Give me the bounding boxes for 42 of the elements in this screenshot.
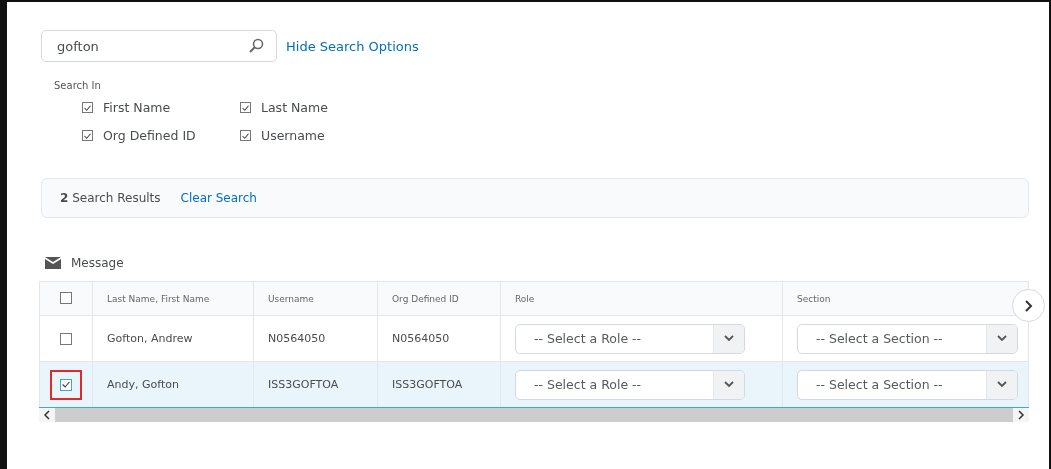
- hide-search-options-link[interactable]: Hide Search Options: [286, 38, 419, 54]
- search-icon[interactable]: [248, 38, 264, 54]
- search-field[interactable]: gofton: [41, 30, 277, 62]
- option-label: First Name: [103, 100, 171, 115]
- chevron-down-icon: [997, 335, 1007, 342]
- column-header: Section: [797, 293, 831, 304]
- column-header: Last Name, First Name: [107, 293, 210, 304]
- column-header: Org Defined ID: [392, 293, 459, 304]
- checkbox[interactable]: [82, 130, 93, 141]
- column-header: Role: [515, 293, 535, 304]
- select-all-checkbox[interactable]: [60, 291, 72, 304]
- chevron-down-icon: [724, 335, 734, 342]
- scroll-right-icon[interactable]: [1017, 410, 1025, 420]
- table-cell: ISS3GOFTOA: [268, 378, 339, 391]
- checkbox[interactable]: [82, 102, 93, 113]
- message-button[interactable]: Message: [45, 256, 124, 270]
- scroll-left-icon[interactable]: [43, 410, 51, 420]
- results-count: 2 Search Results: [60, 191, 161, 205]
- chevron-down-icon: [997, 381, 1007, 388]
- section-dropdown[interactable]: -- Select a Section --: [797, 369, 1018, 400]
- search-in-label: Search In: [54, 80, 102, 91]
- role-dropdown[interactable]: -- Select a Role --: [515, 323, 745, 354]
- column-header: Username: [268, 293, 314, 304]
- chevron-down-icon: [724, 381, 734, 388]
- row-checkbox[interactable]: [60, 332, 72, 345]
- checkbox[interactable]: [240, 130, 251, 141]
- row-checkbox[interactable]: [60, 378, 72, 391]
- chevron-right-icon: [1024, 299, 1033, 312]
- table-cell: Gofton, Andrew: [107, 332, 193, 345]
- envelope-icon: [45, 257, 61, 269]
- table-cell: N0564050: [268, 332, 326, 345]
- section-dropdown[interactable]: -- Select a Section --: [797, 323, 1018, 354]
- table-cell: ISS3GOFTOA: [392, 378, 463, 391]
- option-label: Org Defined ID: [103, 128, 196, 143]
- clear-search-link[interactable]: Clear Search: [180, 191, 257, 205]
- table-cell: Andy, Gofton: [107, 378, 179, 391]
- scroll-right-button[interactable]: [1012, 289, 1045, 322]
- option-label: Username: [261, 128, 325, 143]
- role-dropdown[interactable]: -- Select a Role --: [515, 369, 745, 400]
- option-label: Last Name: [261, 100, 328, 115]
- table-cell: N0564050: [392, 332, 450, 345]
- checkbox[interactable]: [240, 102, 251, 113]
